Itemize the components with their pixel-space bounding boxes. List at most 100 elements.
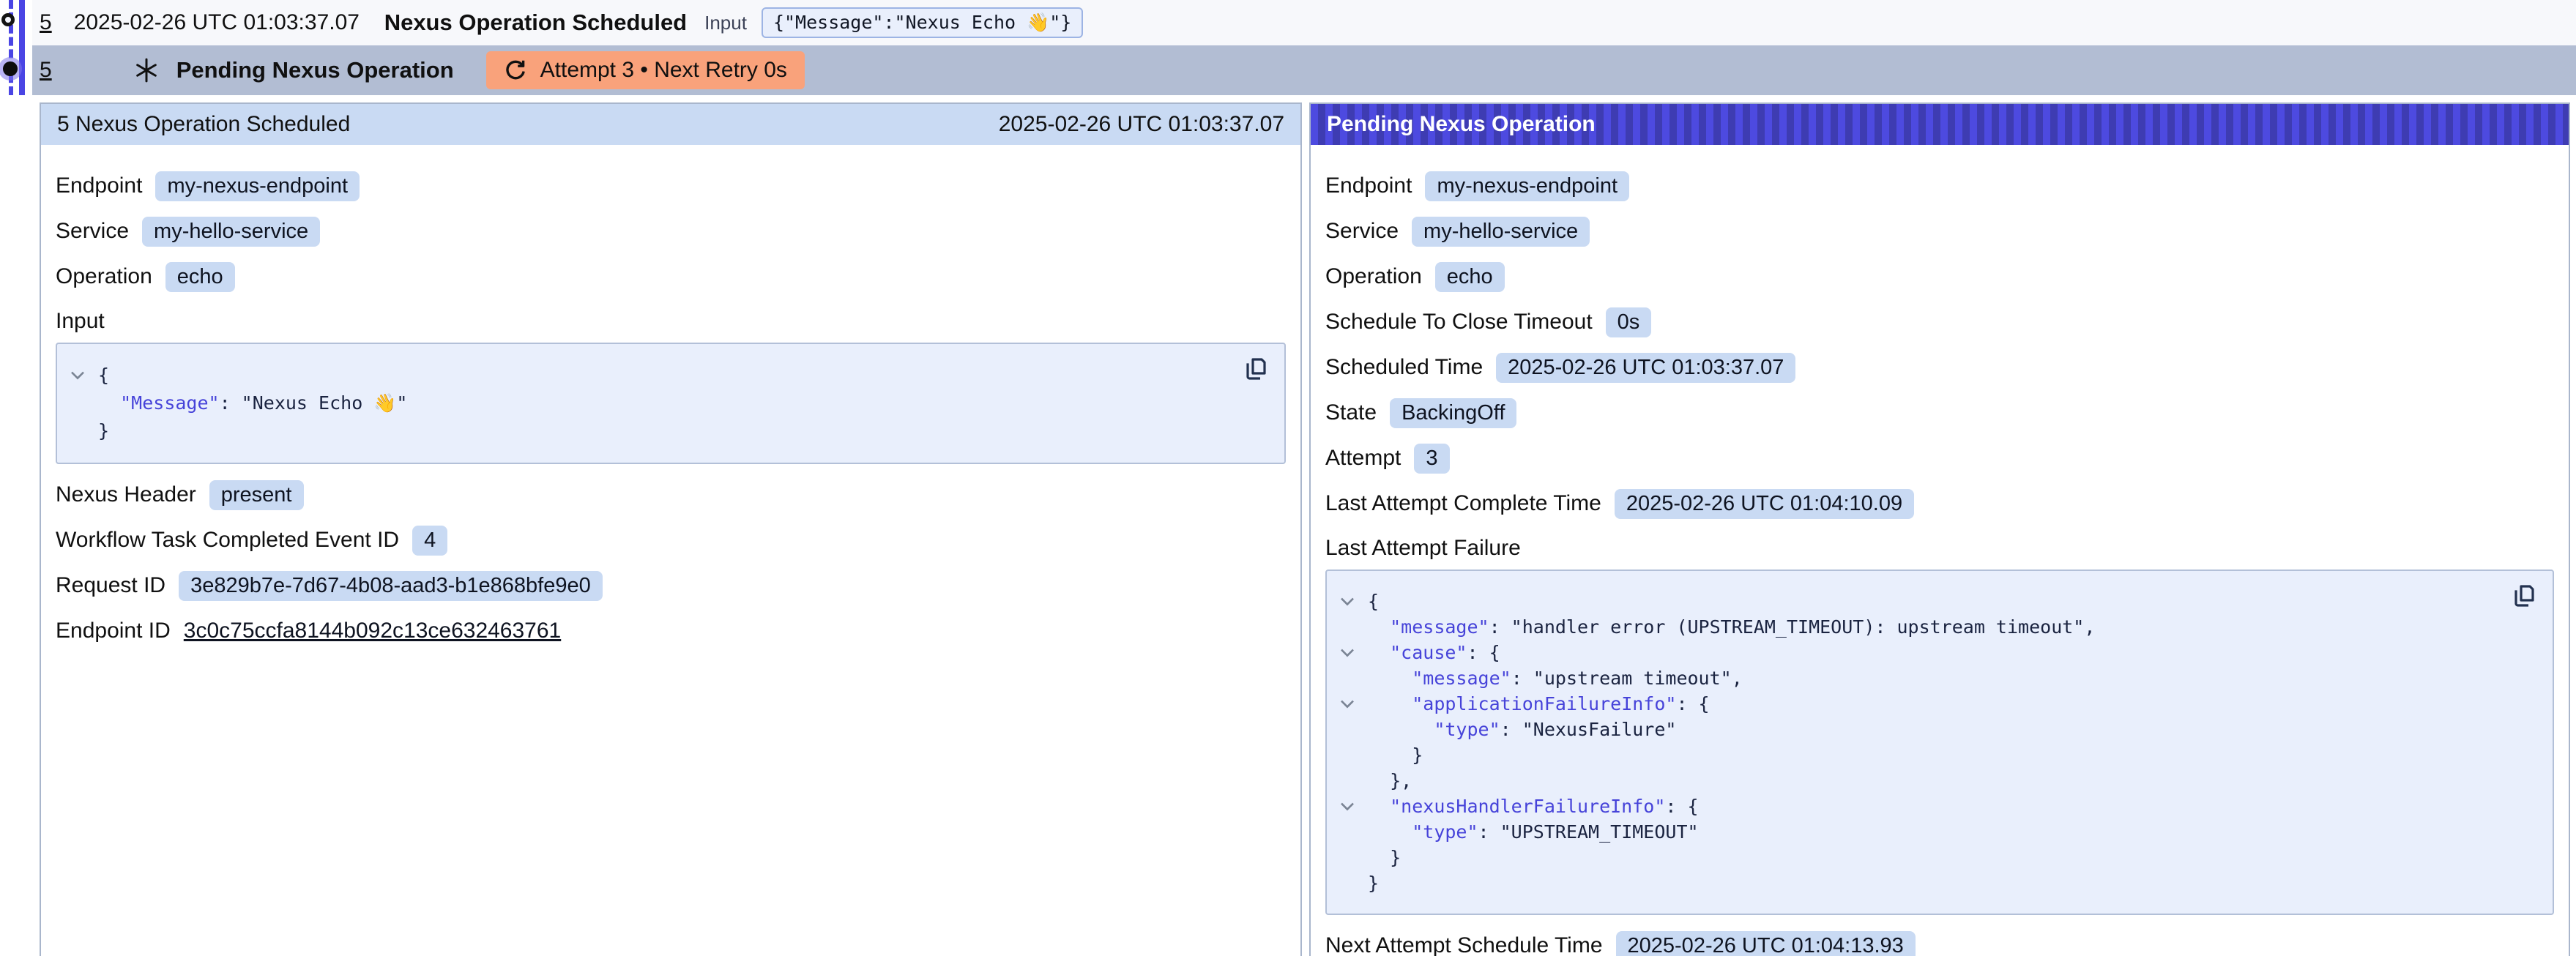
json-key: "nexusHandlerFailureInfo": [1390, 793, 1665, 819]
gutter-spacer: [1327, 870, 1368, 896]
code-line: "cause": {: [1327, 640, 2488, 665]
gutter-spacer: [1327, 768, 1368, 793]
event-detail-panels: 5 Nexus Operation Scheduled 2025-02-26 U…: [40, 102, 2570, 956]
field-workflow-task-completed-event-id: Workflow Task Completed Event ID 4: [56, 524, 1286, 556]
json-key: "message": [1390, 614, 1489, 640]
timeline-active-bar: [19, 0, 25, 95]
field-service: Service my-hello-service: [56, 215, 1286, 247]
json-text: {: [1368, 589, 1379, 614]
json-text: [1368, 717, 1434, 742]
field-endpoint-id: Endpoint ID3c0c75ccfa8144b092c13ce632463…: [56, 615, 1286, 647]
field-label: Next Attempt Schedule Time: [1325, 933, 1603, 956]
field-operation: Operationecho: [56, 261, 1286, 293]
json-key: "type": [1412, 819, 1478, 845]
field-label: Scheduled Time: [1325, 355, 1483, 380]
scheduled-panel-timestamp: 2025-02-26 UTC 01:03:37.07: [999, 112, 1284, 137]
section-label-last-attempt-failure: Last Attempt Failure: [1325, 536, 2554, 561]
field-label: Endpoint: [1325, 173, 1412, 198]
gutter-spacer: [1327, 819, 1368, 845]
code-line: }: [57, 417, 1220, 445]
field-value-badge: 3e829b7e-7d67-4b08-aad3-b1e868bfe9e0: [179, 571, 603, 601]
event-id-link[interactable]: 5: [40, 10, 52, 35]
event-title: Nexus Operation Scheduled: [384, 10, 687, 36]
input-json-block: { "Message": "Nexus Echo 👋"}: [56, 343, 1286, 464]
scheduled-panel-body: Endpointmy-nexus-endpointServicemy-hello…: [41, 145, 1300, 672]
field-state: StateBackingOff: [1325, 397, 2554, 429]
copy-button[interactable]: [1245, 357, 1267, 386]
asterisk-icon: [134, 58, 159, 83]
gutter-spacer: [1327, 665, 1368, 691]
code-line: }: [1327, 742, 2488, 768]
json-text: },: [1368, 768, 1412, 793]
gutter-spacer: [57, 389, 98, 417]
code-line: "type": "NexusFailure": [1327, 717, 2488, 742]
timeline-open-node-icon: [1, 13, 15, 26]
gutter-spacer: [1327, 742, 1368, 768]
json-text: [1368, 614, 1390, 640]
field-value-badge: 2025-02-26 UTC 01:04:13.93: [1616, 931, 1916, 956]
copy-button[interactable]: [2513, 584, 2535, 613]
collapse-chevron-icon[interactable]: [1327, 640, 1368, 665]
json-text: [98, 389, 120, 417]
json-text: : {: [1467, 640, 1500, 665]
field-label: Service: [56, 219, 129, 244]
code-line: {: [57, 362, 1220, 389]
collapse-chevron-icon[interactable]: [1327, 691, 1368, 717]
json-text: [1368, 665, 1412, 691]
gutter-spacer: [1327, 717, 1368, 742]
json-key: "type": [1434, 717, 1500, 742]
field-schedule-to-close-timeout: Schedule To Close Timeout0s: [1325, 306, 2554, 338]
code-line: "type": "UPSTREAM_TIMEOUT": [1327, 819, 2488, 845]
field-value-badge: my-hello-service: [142, 217, 320, 247]
collapse-chevron-icon[interactable]: [1327, 793, 1368, 819]
event-row-nexus-operation-scheduled[interactable]: 5 2025-02-26 UTC 01:03:37.07 Nexus Opera…: [32, 0, 2576, 45]
json-key: "applicationFailureInfo": [1412, 691, 1676, 717]
code-line: "message": "upstream timeout",: [1327, 665, 2488, 691]
json-text: }: [1368, 845, 1401, 870]
retry-status-badge: Attempt 3 • Next Retry 0s: [486, 51, 805, 89]
endpoint-id-link[interactable]: 3c0c75ccfa8144b092c13ce632463761: [184, 619, 561, 643]
field-label: Request ID: [56, 573, 165, 598]
json-key: "message": [1412, 665, 1511, 691]
field-label: Service: [1325, 219, 1399, 244]
pending-panel-header: Pending Nexus Operation: [1311, 104, 2569, 145]
field-last-attempt-complete-time: Last Attempt Complete Time2025-02-26 UTC…: [1325, 488, 2554, 520]
field-label: Nexus Header: [56, 482, 196, 507]
gutter-spacer: [1327, 614, 1368, 640]
field-value-badge: 4: [412, 526, 447, 556]
pending-panel-title: Pending Nexus Operation: [1327, 112, 1596, 137]
field-value-badge: 3: [1414, 444, 1449, 474]
field-service: Service my-hello-service: [1325, 215, 2554, 247]
field-value-badge: echo: [165, 262, 235, 292]
json-text: : "handler error (UPSTREAM_TIMEOUT): ups…: [1489, 614, 2096, 640]
json-text: }: [1368, 870, 1379, 896]
field-label: Endpoint: [56, 173, 142, 198]
field-label: Attempt: [1325, 446, 1401, 471]
field-value-badge: my-nexus-endpoint: [1425, 171, 1629, 201]
workflow-history-page: 5 2025-02-26 UTC 01:03:37.07 Nexus Opera…: [0, 0, 2576, 956]
json-key: "Message": [120, 389, 219, 417]
field-endpoint: Endpoint my-nexus-endpoint: [1325, 170, 2554, 202]
json-text: : {: [1665, 793, 1698, 819]
collapse-chevron-icon[interactable]: [1327, 589, 1368, 614]
collapse-chevron-icon[interactable]: [57, 362, 98, 389]
json-text: }: [1368, 742, 1423, 768]
event-row-pending-nexus-operation[interactable]: 5 Pending Nexus Operation Attempt 3 • Ne…: [32, 45, 2576, 95]
field-value-badge: echo: [1435, 262, 1505, 292]
field-value-badge: my-hello-service: [1412, 217, 1590, 247]
code-line: },: [1327, 768, 2488, 793]
json-text: {: [98, 362, 109, 389]
gutter-spacer: [57, 417, 98, 445]
json-text: : {: [1676, 691, 1709, 717]
json-key: "cause": [1390, 640, 1467, 665]
json-text: [1368, 640, 1390, 665]
section-label-input: Input: [56, 309, 1286, 334]
pending-panel-body: Endpoint my-nexus-endpoint Service my-hello…: [1311, 145, 2569, 956]
field-label: Last Attempt Complete Time: [1325, 491, 1601, 516]
json-text: [1368, 793, 1390, 819]
json-text: : "Nexus Echo 👋": [220, 389, 408, 417]
timeline-current-node-icon: [3, 61, 18, 76]
event-id-link[interactable]: 5: [40, 58, 52, 83]
field-label: Workflow Task Completed Event ID: [56, 528, 399, 553]
pending-operation-panel: Pending Nexus Operation Endpoint my-nexus…: [1309, 102, 2570, 956]
